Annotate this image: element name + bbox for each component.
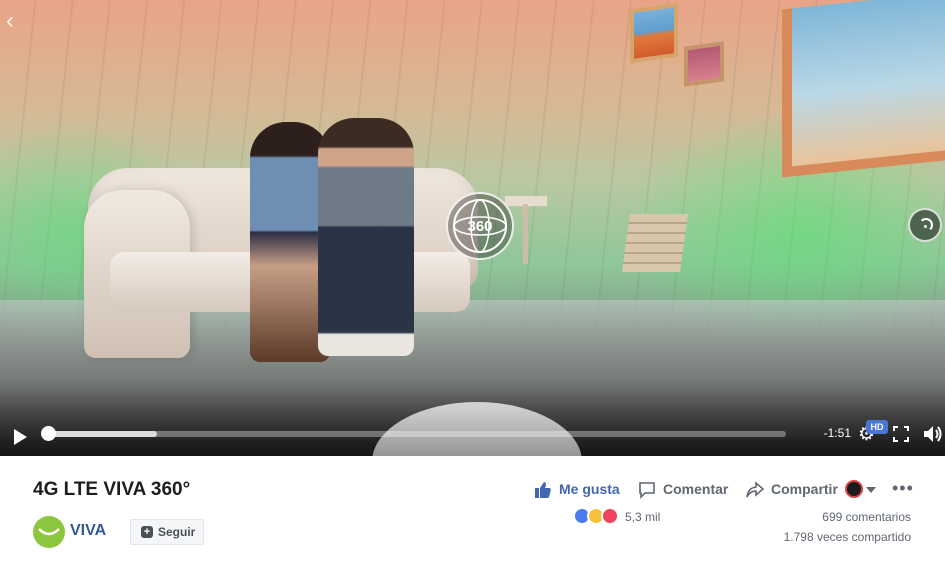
time-remaining: -1:51 [823,426,851,440]
person-man [318,118,414,356]
post-info-bar: 4G LTE VIVA 360° VIVA + Seguir Me gusta … [0,456,945,561]
chevron-down-icon [866,487,876,493]
progress-handle[interactable] [41,426,56,441]
wooden-crate [621,214,689,272]
avatar [845,480,863,498]
viva-logo-icon [38,528,60,536]
volume-icon[interactable] [922,423,944,445]
share-icon [746,481,765,498]
compass-icon[interactable] [908,208,942,242]
like-thumb-icon [535,482,551,498]
back-chevron-icon[interactable]: ‹ [6,8,28,34]
buffered-progress [46,431,157,437]
wall-picture-landscape [630,2,678,64]
more-icon[interactable]: ••• [892,479,913,498]
plus-icon: + [141,526,153,538]
follow-label: Seguir [158,525,196,539]
page-logo[interactable] [33,516,65,548]
player-controls: -1:51 ⚙ HD [0,418,945,456]
love-reaction-icon [601,507,619,525]
post-as-selector[interactable] [845,480,877,500]
comments-count-link[interactable]: 699 comentarios [760,510,911,524]
360-icon[interactable]: 360 [446,192,514,260]
fullscreen-icon[interactable] [893,426,909,442]
comment-label: Comentar [663,481,729,497]
facebook-360-video-post: ‹ 360 -1:51 ⚙ HD 4G LTE VIVA 360° VIVA +… [0,0,945,561]
video-player[interactable]: ‹ 360 -1:51 ⚙ HD [0,0,945,456]
share-label: Compartir [771,481,838,497]
follow-button[interactable]: + Seguir [130,519,204,545]
like-label: Me gusta [559,481,620,497]
play-icon[interactable] [12,427,30,447]
like-button[interactable]: Me gusta [534,481,620,501]
reaction-count: 5,3 mil [625,510,661,524]
comment-button[interactable]: Comentar [638,481,728,501]
wall-picture-small [684,41,724,87]
video-title: 4G LTE VIVA 360° [33,479,191,500]
comment-icon [639,482,655,499]
page-name-link[interactable]: VIVA [70,522,106,540]
360-label: 360 [467,218,493,235]
share-button[interactable]: Compartir [745,481,838,501]
hd-badge: HD [866,420,888,434]
progress-bar[interactable] [46,431,786,437]
shares-count-link[interactable]: 1.798 veces compartido [740,530,911,544]
painted-window [782,0,945,178]
